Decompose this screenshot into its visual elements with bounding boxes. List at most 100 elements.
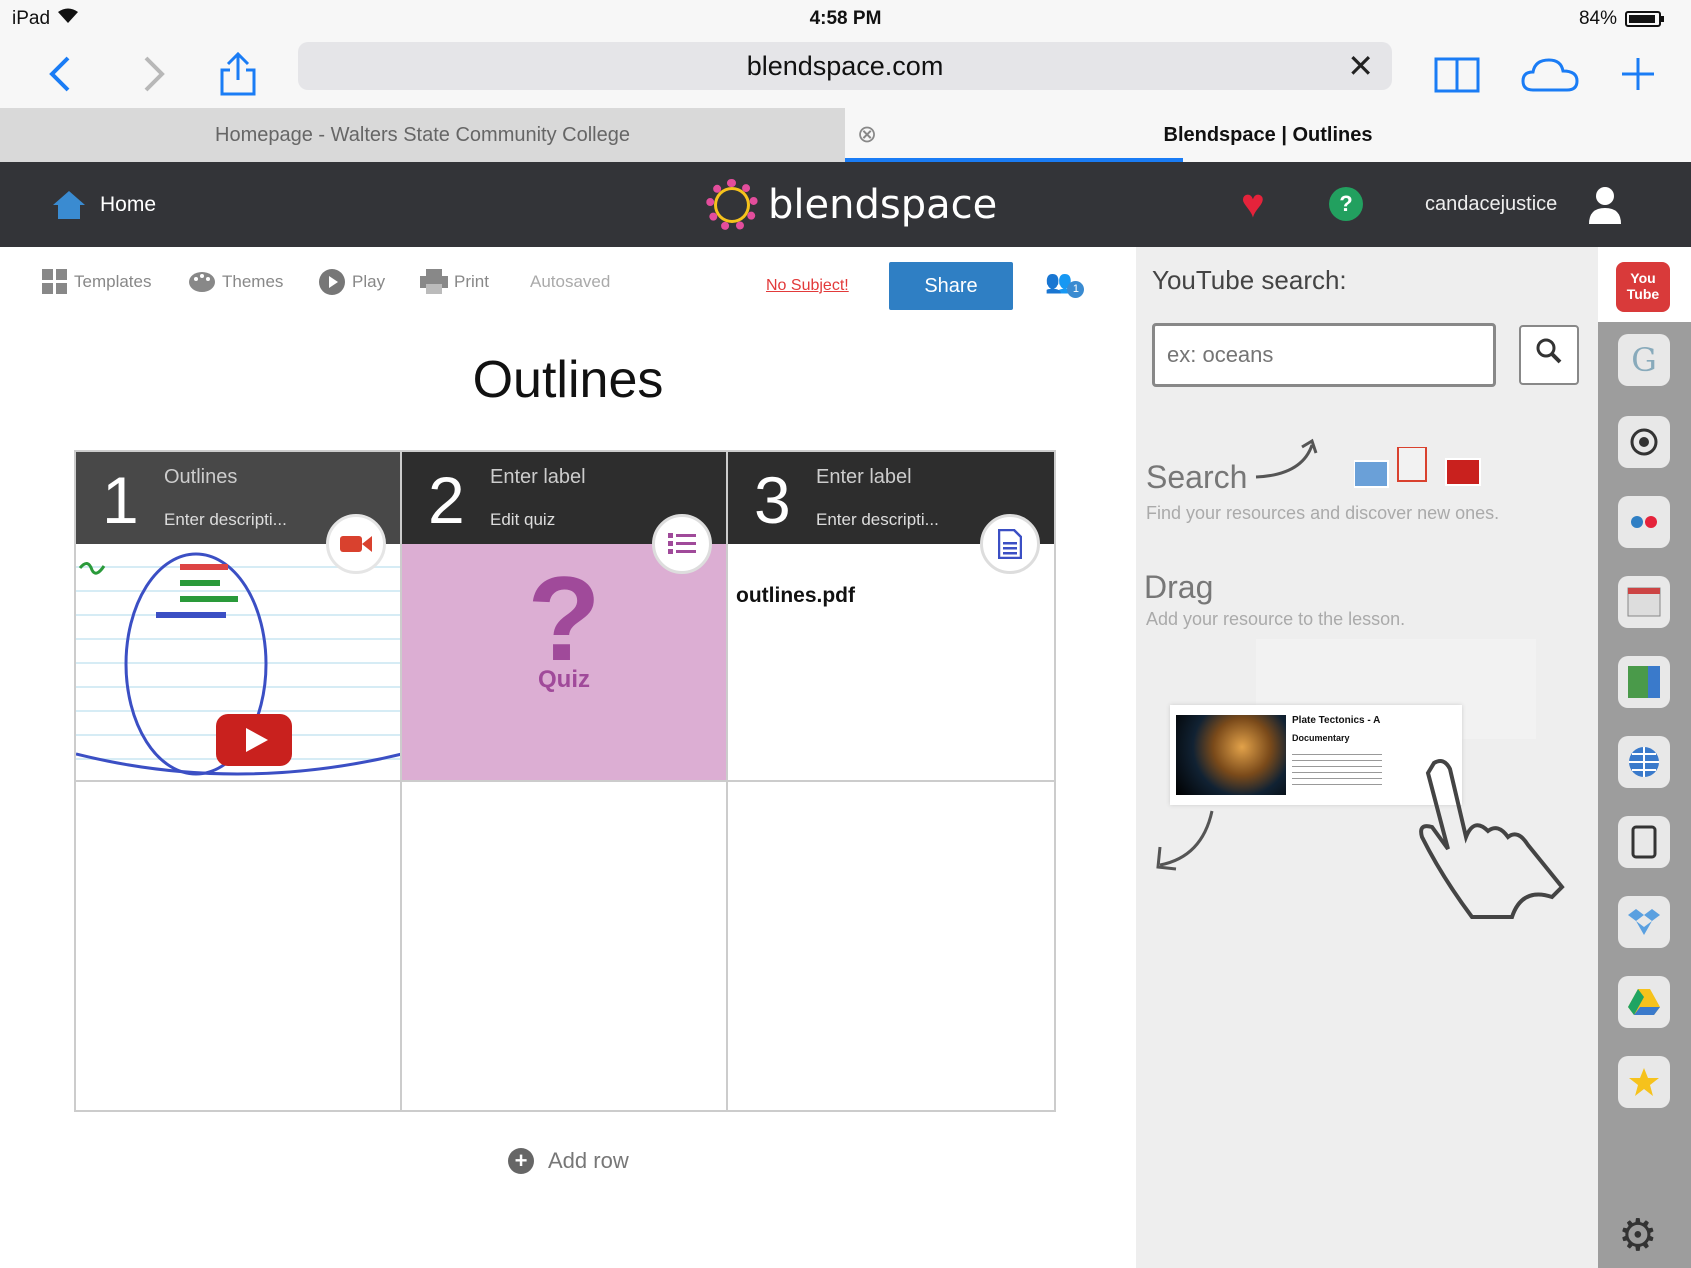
tile-4-empty[interactable] bbox=[76, 782, 402, 1112]
tile-number: 1 bbox=[102, 463, 139, 537]
lesson-grid: 1 Outlines Enter descripti... 2 Enter la… bbox=[74, 450, 1056, 1112]
print-button[interactable]: Print bbox=[420, 267, 489, 297]
quiz-label: Quiz bbox=[538, 666, 590, 693]
sample-description-lines bbox=[1292, 749, 1382, 789]
tile-5-empty[interactable] bbox=[402, 782, 728, 1112]
play-icon bbox=[319, 269, 345, 295]
share-button[interactable]: Share bbox=[889, 262, 1013, 310]
themes-label: Themes bbox=[222, 272, 284, 291]
username[interactable]: candacejustice bbox=[1425, 162, 1557, 247]
share-sheet-button[interactable] bbox=[216, 40, 260, 108]
back-button[interactable] bbox=[40, 40, 80, 108]
user-icon[interactable] bbox=[1585, 184, 1625, 224]
chevron-left-icon bbox=[49, 56, 70, 92]
tile-label[interactable]: Enter label bbox=[816, 466, 912, 489]
autosaved-text: Autosaved bbox=[530, 272, 611, 291]
editor-toolbar: Templates Themes Play Print Autosaved No… bbox=[0, 247, 1136, 323]
search-icon bbox=[1536, 338, 1562, 364]
help-icon[interactable]: ? bbox=[1329, 187, 1363, 221]
search-hint-text: Find your resources and discover new one… bbox=[1146, 503, 1500, 523]
close-tab-icon[interactable]: ⊗ bbox=[857, 108, 877, 162]
youtube-source-label: You Tube bbox=[1626, 270, 1660, 302]
share-icon bbox=[220, 52, 256, 96]
youtube-search-input[interactable] bbox=[1152, 323, 1496, 387]
ios-status-bar: iPad 4:58 PM 84% bbox=[0, 0, 1691, 40]
video-camera-icon bbox=[326, 514, 386, 574]
flickr-source-icon[interactable] bbox=[1618, 496, 1670, 548]
grid-icon bbox=[42, 269, 67, 294]
logo-ring-icon bbox=[706, 178, 758, 231]
bookmarks-button[interactable] bbox=[1432, 40, 1482, 108]
no-subject-link[interactable]: No Subject! bbox=[766, 277, 849, 295]
pdf-filename[interactable]: outlines.pdf bbox=[736, 584, 855, 608]
youtube-source-icon[interactable]: You Tube bbox=[1616, 262, 1670, 312]
url-text: blendspace.com bbox=[746, 51, 944, 81]
tile-description[interactable]: Enter descripti... bbox=[164, 510, 287, 530]
address-bar[interactable]: blendspace.com ✕ bbox=[298, 42, 1392, 90]
document-icon bbox=[980, 514, 1040, 574]
tile-description[interactable]: Enter descripti... bbox=[816, 510, 939, 530]
tile-1[interactable]: 1 Outlines Enter descripti... bbox=[76, 452, 402, 782]
lesson-title[interactable]: Outlines bbox=[0, 350, 1136, 410]
forward-button[interactable] bbox=[134, 40, 174, 108]
quiz-body[interactable]: ? Quiz bbox=[402, 544, 726, 780]
templates-label: Templates bbox=[74, 272, 152, 291]
add-row-label: Add row bbox=[548, 1148, 629, 1173]
palette-icon bbox=[189, 272, 215, 292]
tile-3[interactable]: 3 Enter label Enter descripti... outline… bbox=[728, 452, 1054, 782]
templates-button[interactable]: Templates bbox=[42, 267, 151, 297]
drag-down-arrow-icon bbox=[1156, 810, 1214, 871]
tile-6-empty[interactable] bbox=[728, 782, 1054, 1112]
tile-number: 2 bbox=[428, 463, 465, 537]
webcam-source-icon[interactable] bbox=[1618, 416, 1670, 468]
drag-hint-heading: Drag bbox=[1144, 569, 1214, 605]
list-icon bbox=[652, 514, 712, 574]
dropbox-source-icon[interactable] bbox=[1618, 896, 1670, 948]
themes-button[interactable]: Themes bbox=[188, 267, 283, 297]
house-icon bbox=[53, 190, 85, 219]
status-right: 84% bbox=[1578, 8, 1664, 30]
notebook-source-icon[interactable] bbox=[1618, 656, 1670, 708]
tile-2[interactable]: 2 Enter label Edit quiz ? Quiz bbox=[402, 452, 728, 782]
device-upload-icon[interactable] bbox=[1618, 816, 1670, 868]
printer-icon bbox=[420, 269, 448, 294]
earth-thumbnail bbox=[1176, 715, 1286, 795]
tile-label[interactable]: Enter label bbox=[490, 466, 586, 489]
play-button[interactable]: Play bbox=[318, 267, 385, 297]
tab-walters-state[interactable]: Homepage - Walters State Community Colle… bbox=[0, 108, 845, 162]
drag-hint-text: Add your resource to the lesson. bbox=[1146, 609, 1406, 629]
clear-url-icon[interactable]: ✕ bbox=[1347, 42, 1374, 90]
tab-blendspace[interactable]: ⊗ Blendspace | Outlines bbox=[845, 108, 1691, 162]
logo-text: blendspace bbox=[768, 181, 998, 228]
add-row-button[interactable]: + Add row bbox=[508, 1148, 629, 1174]
tile-1-thumbnail bbox=[76, 544, 400, 780]
pointing-hand-icon bbox=[1419, 759, 1565, 919]
educational-source-icon[interactable] bbox=[1618, 576, 1670, 628]
new-tab-button[interactable] bbox=[1616, 40, 1660, 108]
search-hint-heading: Search bbox=[1146, 459, 1248, 495]
blendspace-logo[interactable]: blendspace bbox=[706, 162, 997, 247]
icloud-tabs-button[interactable] bbox=[1520, 40, 1580, 108]
print-label: Print bbox=[454, 272, 489, 291]
plus-circle-icon: + bbox=[508, 1148, 534, 1174]
edit-quiz-link[interactable]: Edit quiz bbox=[490, 510, 555, 530]
book-icon bbox=[1434, 57, 1480, 93]
collaborators-button[interactable]: 👥 1 bbox=[1045, 269, 1085, 298]
collaborators-count: 1 bbox=[1067, 281, 1085, 298]
battery-percent: 84% bbox=[1578, 8, 1617, 29]
home-link[interactable]: Home bbox=[52, 162, 156, 247]
heart-icon[interactable]: ♥ bbox=[1241, 182, 1265, 227]
tile-label[interactable]: Outlines bbox=[164, 466, 237, 489]
home-label: Home bbox=[100, 192, 157, 216]
gear-icon[interactable]: ⚙ bbox=[1618, 1210, 1657, 1261]
globe-source-icon[interactable] bbox=[1618, 736, 1670, 788]
google-source-icon[interactable]: G bbox=[1618, 334, 1670, 386]
autosave-status: Autosaved bbox=[530, 267, 610, 297]
sample-title: Plate Tectonics - A bbox=[1292, 715, 1381, 726]
cloud-icon bbox=[1521, 58, 1579, 92]
panel-title: YouTube search: bbox=[1152, 265, 1347, 295]
search-button[interactable] bbox=[1519, 325, 1579, 385]
star-favorites-icon[interactable] bbox=[1618, 1056, 1670, 1108]
google-drive-source-icon[interactable] bbox=[1618, 976, 1670, 1028]
youtube-play-icon[interactable] bbox=[216, 714, 292, 766]
